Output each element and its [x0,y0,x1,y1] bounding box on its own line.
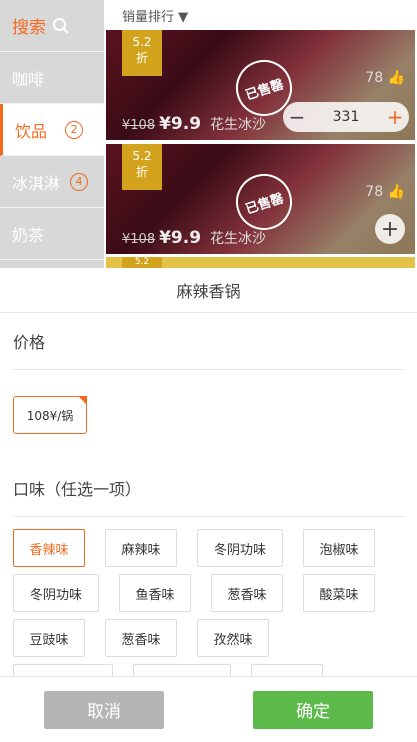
sidebar-item-icecream[interactable]: 冰淇淋 4 [0,156,104,208]
sort-bar[interactable]: 销量排行 ▼ [104,0,417,30]
confirm-button[interactable]: 确定 [253,690,373,729]
product-card[interactable]: 5.2 [106,257,415,268]
flavor-option[interactable]: 鱼香味 [119,574,191,612]
price-row: ¥108 ¥9.9 [122,228,201,248]
sidebar-item-label: 奶茶 [12,225,45,245]
price-option-label: 108¥/锅 [26,408,74,423]
search-label: 搜索 [12,18,46,38]
price-option[interactable]: 108¥/锅 [13,396,87,434]
flavor-option[interactable]: 酸菜味 [303,574,375,612]
flavor-section: 口味（任选一项） 香辣味 麻辣味 冬阴功味 泡椒味 冬阴功味 鱼香味 葱香味 酸… [0,460,417,709]
quantity-stepper: − 331 + [283,102,409,132]
cancel-button[interactable]: 取消 [44,690,164,729]
discount-value: 5.2 [132,35,152,49]
count-badge: 2 [65,120,84,139]
count-badge: 4 [70,172,89,191]
likes-count[interactable]: 78 👍 [365,70,405,86]
new-price: ¥9.9 [159,228,202,248]
discount-tag: 5.2 折 [122,30,162,76]
flavor-option[interactable]: 冬阴功味 [13,574,99,612]
discount-value: 5.2 [132,149,152,163]
flavor-option[interactable]: 孜然味 [197,619,269,657]
thumbs-up-icon: 👍 [387,70,405,86]
flavor-section-title: 口味（任选一项） [13,460,404,517]
product-card[interactable]: 5.2 折 已售罄 78 👍 ¥108 ¥9.9 花生冰沙 − 331 + [106,30,415,140]
quantity-value: 331 [332,109,360,125]
sidebar-item-drinks[interactable]: 饮品 2 [0,104,104,156]
likes-count[interactable]: 78 👍 [365,184,405,200]
selected-corner-icon [78,396,87,405]
old-price: ¥108 [122,118,156,133]
sort-label: 销量排行 ▼ [122,9,189,25]
old-price: ¥108 [122,232,156,247]
sheet-title: 麻辣香锅 [0,268,417,313]
plus-button[interactable]: + [381,103,409,131]
likes-value: 78 [365,70,384,86]
price-row: ¥108 ¥9.9 [122,114,201,134]
discount-tag: 5.2 [122,257,162,268]
flavor-option[interactable]: 泡椒味 [303,529,375,567]
product-name: 花生冰沙 [210,117,266,133]
discount-unit: 折 [135,165,148,179]
likes-value: 78 [365,184,384,200]
flavor-option[interactable]: 麻辣味 [105,529,177,567]
flavor-option[interactable]: 冬阴功味 [197,529,283,567]
category-sidebar: 搜索 咖啡 饮品 2 冰淇淋 4 奶茶 [0,0,104,268]
product-card[interactable]: 5.2 折 已售罄 78 👍 ¥108 ¥9.9 花生冰沙 + [106,144,415,254]
flavor-option[interactable]: 葱香味 [105,619,177,657]
flavor-option[interactable]: 葱香味 [211,574,283,612]
thumbs-up-icon: 👍 [387,184,405,200]
search-icon [53,17,69,34]
flavor-option[interactable]: 香辣味 [13,529,85,567]
sidebar-item-label: 咖啡 [12,69,45,89]
sidebar-item-label: 冰淇淋 [12,173,61,193]
add-button[interactable]: + [375,214,405,244]
discount-tag: 5.2 折 [122,144,162,190]
price-section-title: 价格 [13,313,404,370]
discount-unit: 折 [135,51,148,65]
sidebar-item-label: 饮品 [15,121,48,141]
minus-button[interactable]: − [283,103,311,131]
product-name: 花生冰沙 [210,231,266,247]
sidebar-item-coffee[interactable]: 咖啡 [0,52,104,104]
price-section: 价格 108¥/锅 [0,313,417,434]
flavor-option[interactable]: 豆豉味 [13,619,85,657]
sidebar-item-milktea[interactable]: 奶茶 [0,208,104,260]
sidebar-search[interactable]: 搜索 [0,0,104,52]
spec-sheet: 麻辣香锅 价格 108¥/锅 口味（任选一项） 香辣味 麻辣味 冬阴功味 泡椒味… [0,268,417,742]
sheet-footer: 取消 确定 [0,676,417,742]
new-price: ¥9.9 [159,114,202,134]
